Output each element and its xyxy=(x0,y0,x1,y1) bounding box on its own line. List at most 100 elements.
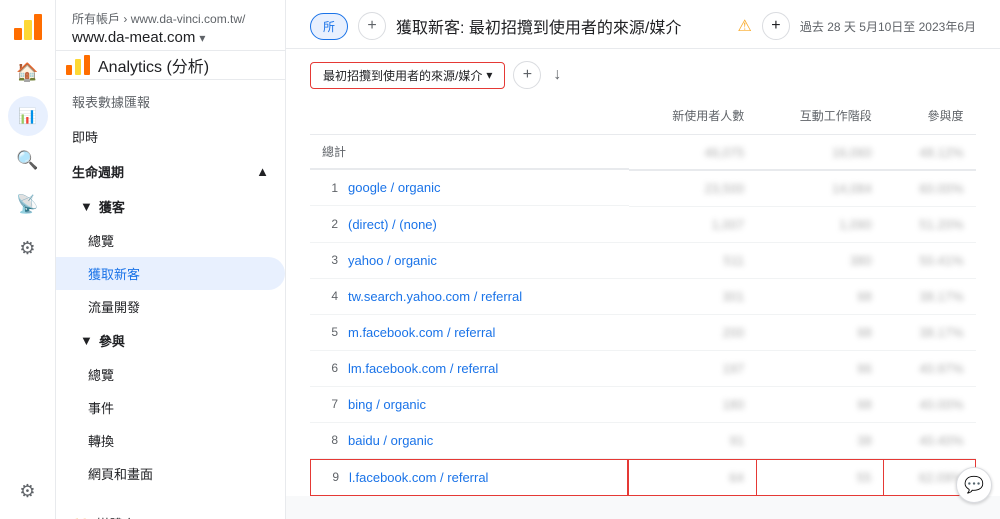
domain-selector[interactable]: www.da-meat.com ▾ xyxy=(72,29,269,46)
logo-area: Analytics (分析) xyxy=(64,51,209,79)
dimension-dropdown-icon: ▾ xyxy=(486,68,492,82)
row-number: 5 xyxy=(322,325,338,339)
table-row: 2 (direct) / (none) 1,0071,09051.20% xyxy=(310,207,976,243)
nav-home-icon[interactable]: 🏠 xyxy=(8,52,48,92)
filter-all-chip[interactable]: 所 xyxy=(310,13,348,40)
row-number: 2 xyxy=(322,217,338,231)
table-cell-metric-2: 51.20% xyxy=(884,207,976,243)
row-source-link[interactable]: baidu / organic xyxy=(348,433,433,448)
table-cell-source: 1 google / organic xyxy=(310,170,629,206)
nav-advertising-icon[interactable]: 📡 xyxy=(8,184,48,224)
row-number: 1 xyxy=(322,181,338,195)
table-cell-metric-2: 40.97% xyxy=(884,351,976,387)
row-source-link[interactable]: m.facebook.com / referral xyxy=(348,325,495,340)
content-area: 最初招攬到使用者的來源/媒介 ▾ + ↓ 新使用者人數 xyxy=(286,49,1000,519)
nav-configure-icon[interactable]: ⚙ xyxy=(8,228,48,268)
row-source-link[interactable]: google / organic xyxy=(348,180,441,195)
table-header-row: 新使用者人數 互動工作階段 參與度 xyxy=(310,97,976,135)
table-cell-metric-0: 200 xyxy=(629,315,757,351)
table-cell-source: 4 tw.search.yahoo.com / referral xyxy=(310,279,629,315)
table-cell-metric-1: 380 xyxy=(756,243,884,279)
row-source-link[interactable]: lm.facebook.com / referral xyxy=(348,361,498,376)
table-cell-metric-0: 23,500 xyxy=(629,170,757,207)
sort-down-icon: ↓ xyxy=(553,66,561,84)
add-dimension-btn[interactable]: + xyxy=(513,61,541,89)
analytics-logo xyxy=(10,8,46,44)
sidebar-item-traffic[interactable]: 流量開發 xyxy=(56,290,285,323)
dimension-chip[interactable]: 最初招攬到使用者的來源/媒介 ▾ xyxy=(310,62,505,89)
table-cell-metric-2: 60.00% xyxy=(884,170,976,207)
col-header-engagement-sessions: 互動工作階段 xyxy=(756,97,884,135)
table-row: 8baidu / organic913840.40% xyxy=(310,423,976,459)
table-cell-metric-2: 50.41% xyxy=(884,243,976,279)
table-cell-source: 6 lm.facebook.com / referral xyxy=(310,351,629,387)
table-row: 4 tw.search.yahoo.com / referral 3019838.1… xyxy=(310,279,976,315)
sidebar-group-engagement[interactable]: ▼ 參與 xyxy=(56,323,285,358)
sidebar-group-lifecycle[interactable]: 生命週期 ▲ xyxy=(56,154,285,189)
add-metric-btn[interactable]: + xyxy=(762,12,790,40)
row-source-link[interactable]: l.facebook.com / referral xyxy=(349,470,488,485)
table-cell-source: 5 m.facebook.com / referral xyxy=(310,315,629,351)
row-source-link[interactable]: (direct) / (none) xyxy=(348,217,437,232)
table-cell-metric-1: 14,084 xyxy=(756,170,884,207)
nav-explore-icon[interactable]: 🔍 xyxy=(8,140,48,180)
table-cell-metric-0: 301 xyxy=(629,279,757,315)
sidebar-media-library[interactable]: 📁 媒體庫 xyxy=(56,506,285,519)
table-cell-metric-1: 98 xyxy=(756,315,884,351)
row-number: 6 xyxy=(322,361,338,375)
row-number: 7 xyxy=(322,397,338,411)
table-cell-metric-2: 38.17% xyxy=(884,279,976,315)
table-cell-source: 7 bing / organic xyxy=(310,387,629,423)
row-source-link[interactable]: tw.search.yahoo.com / referral xyxy=(348,289,522,304)
table-cell-metric-0: 180 xyxy=(629,387,757,423)
sidebar-item-conversions[interactable]: 轉換 xyxy=(56,424,285,457)
table-cell-metric-0: 91 xyxy=(629,423,757,459)
left-nav: 🏠 📊 🔍 📡 ⚙ ⚙ xyxy=(0,0,56,519)
row-source-link[interactable]: bing / organic xyxy=(348,397,426,412)
sidebar-group-acquisition[interactable]: ▼ 獲客 xyxy=(56,189,285,224)
add-filter-btn[interactable]: + xyxy=(358,12,386,40)
table-row: 1 google / organic 23,50014,08460.00% xyxy=(310,170,976,207)
report-controls: 最初招攬到使用者的來源/媒介 ▾ + ↓ xyxy=(286,49,1000,97)
sidebar-item-new-users[interactable]: 獲取新客 xyxy=(56,257,285,290)
report-table: 新使用者人數 互動工作階段 參與度 總計 xyxy=(310,97,976,496)
main-content-wrapper: 所 + 獲取新客: 最初招攬到使用者的來源/媒介 ⚠ + 過去 28 天 5月1… xyxy=(286,0,1000,519)
warning-icon: ⚠ xyxy=(738,16,752,36)
table-cell-source: 2 (direct) / (none) xyxy=(310,207,629,243)
table-cell-metric-2: 40.00% xyxy=(884,387,976,423)
data-table-wrapper: 新使用者人數 互動工作階段 參與度 總計 xyxy=(286,97,1000,496)
row-source-link[interactable]: yahoo / organic xyxy=(348,253,437,268)
sidebar: 所有帳戶 › www.da-vinci.com.tw/ www.da-meat.… xyxy=(56,0,286,519)
table-cell-metric-1: 98 xyxy=(756,387,884,423)
table-cell-metric-0: 64 xyxy=(629,459,757,496)
row-number: 4 xyxy=(322,289,338,303)
sidebar-item-acquisition-overview[interactable]: 總覽 xyxy=(56,224,285,257)
date-info: 過去 28 天 5月10日至 2023年6月 xyxy=(800,18,976,35)
table-row: 3yahoo / organic51138050.41% xyxy=(310,243,976,279)
feedback-button[interactable]: 💬 xyxy=(956,467,992,503)
table-cell-metric-2: 40.40% xyxy=(884,423,976,459)
row-number: 9 xyxy=(323,470,339,484)
col-header-new-users: 新使用者人數 xyxy=(629,97,757,135)
sidebar-item-events[interactable]: 事件 xyxy=(56,391,285,424)
nav-reports-icon[interactable]: 📊 xyxy=(8,96,48,136)
table-summary-row: 總計 46,075 16,060 48.12% xyxy=(310,135,976,171)
table-cell-source: 8baidu / organic xyxy=(310,423,629,459)
sidebar-item-realtime[interactable]: 即時 xyxy=(56,119,285,154)
content-header: 所 + 獲取新客: 最初招攬到使用者的來源/媒介 ⚠ + 過去 28 天 5月1… xyxy=(286,0,1000,49)
table-cell-metric-1: 98 xyxy=(756,279,884,315)
page-title: 獲取新客: 最初招攬到使用者的來源/媒介 xyxy=(396,14,728,38)
table-cell-metric-0: 1,007 xyxy=(629,207,757,243)
table-row: 9l.facebook.com / referral645562.09% xyxy=(310,459,976,496)
table-cell-source: 9 l.facebook.com / referral xyxy=(310,459,628,496)
table-cell-metric-1: 96 xyxy=(756,351,884,387)
table-row: 5 m.facebook.com / referral 2009838.17% xyxy=(310,315,976,351)
table-cell-metric-1: 1,090 xyxy=(756,207,884,243)
col-header-source xyxy=(310,97,629,135)
table-cell-metric-2: 38.17% xyxy=(884,315,976,351)
nav-settings-icon[interactable]: ⚙ xyxy=(8,471,48,511)
sidebar-item-engagement-overview[interactable]: 總覽 xyxy=(56,358,285,391)
sidebar-item-pages[interactable]: 網頁和畫面 xyxy=(56,457,285,490)
table-cell-metric-1: 55 xyxy=(756,459,884,496)
table-cell-metric-0: 197 xyxy=(629,351,757,387)
